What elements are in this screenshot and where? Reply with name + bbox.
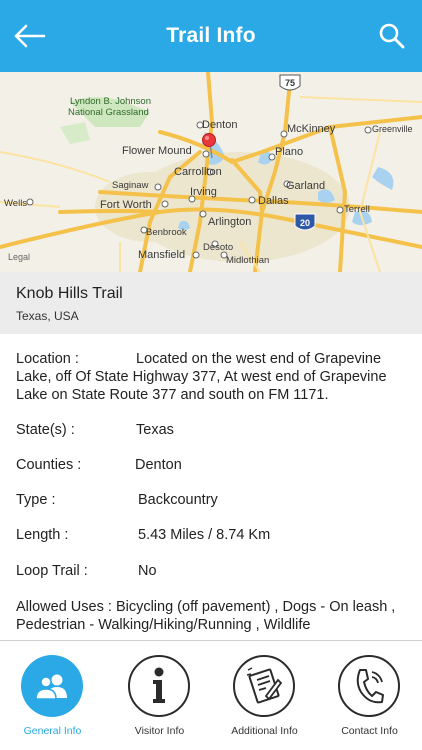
map-label-fort-worth: Fort Worth <box>100 199 152 211</box>
app-header: Trail Info <box>0 0 422 72</box>
map-shield-75: 75 <box>285 78 295 88</box>
tab-visitor-info[interactable]: Visitor Info <box>107 641 212 750</box>
tab-additional-info-label: Additional Info <box>231 725 298 737</box>
map-label-denton: Denton <box>202 119 237 131</box>
map-label-lbj-2: National Grassland <box>68 107 149 118</box>
detail-location-label: Location : <box>16 351 79 367</box>
shield-20-icon: 20 <box>294 213 316 231</box>
tab-contact-info-label: Contact Info <box>341 725 398 737</box>
trail-details: Location : Located on the west end of Gra… <box>0 334 422 640</box>
map-label-carrollton: Carrollton <box>174 166 222 178</box>
users-icon <box>35 674 67 700</box>
tab-contact-info-button[interactable] <box>338 655 400 717</box>
detail-allowed-uses: Allowed Uses : Bicycling (off pavement) … <box>16 598 410 634</box>
trail-summary: Knob Hills Trail Texas, USA <box>0 272 422 334</box>
detail-loop-label: Loop Trail : <box>16 563 88 579</box>
map-label-terrell: Terrell <box>344 204 370 215</box>
shield-75-icon: 75 <box>279 74 301 91</box>
trail-name: Knob Hills Trail <box>16 285 123 302</box>
tab-visitor-info-button[interactable] <box>128 655 190 717</box>
info-icon <box>153 667 165 703</box>
map-label-desoto: Desoto <box>203 242 233 253</box>
trail-location: Texas, USA <box>16 309 79 323</box>
map-label-irving: Irving <box>190 186 217 198</box>
tab-general-info[interactable]: General Info <box>0 641 105 750</box>
detail-state-value: Texas <box>136 422 174 438</box>
search-icon <box>379 23 405 49</box>
detail-length-value: 5.43 Miles / 8.74 Km <box>138 527 271 543</box>
tab-general-info-label: General Info <box>23 725 82 737</box>
detail-location: Location : Located on the west end of Gra… <box>16 350 410 404</box>
map-label-arlington: Arlington <box>208 216 251 228</box>
phone-icon <box>356 669 384 704</box>
tab-general-info-button[interactable] <box>21 655 83 717</box>
trail-map[interactable]: 75 20 Lyndon B. Johnson National Grassla… <box>0 72 422 272</box>
map-canvas[interactable]: 75 20 Lyndon B. Johnson National Grassla… <box>0 72 422 272</box>
map-label-plano: Plano <box>275 146 303 158</box>
map-label-dallas: Dallas <box>258 195 289 207</box>
map-label-saginaw: Saginaw <box>112 180 149 191</box>
map-label-greenville: Greenville <box>372 124 413 134</box>
map-label-lbj-1: Lyndon B. Johnson <box>70 96 151 107</box>
map-label-mckinney: McKinney <box>287 123 336 135</box>
detail-type-value: Backcountry <box>138 492 218 508</box>
tab-additional-info-button[interactable] <box>233 655 295 717</box>
map-label-flower-mound: Flower Mound <box>122 145 192 157</box>
detail-counties-label: Counties : <box>16 457 82 473</box>
map-label-midlothian: Midlothian <box>226 255 269 266</box>
detail-state-label: State(s) : <box>16 422 75 438</box>
detail-loop-value: No <box>138 563 157 579</box>
detail-allowed-label: Allowed Uses : <box>16 599 112 615</box>
map-label-garland: Garland <box>286 180 325 192</box>
map-shield-20: 20 <box>300 218 310 228</box>
detail-counties-value: Denton <box>135 457 182 473</box>
bottom-tab-bar: General Info Visitor Info Additional Inf… <box>0 640 422 750</box>
map-label-mansfield: Mansfield <box>138 249 185 261</box>
map-label-wells: Wells <box>4 198 27 209</box>
search-button[interactable] <box>376 20 408 52</box>
tab-additional-info[interactable]: Additional Info <box>212 641 317 750</box>
detail-length-label: Length : <box>16 527 69 543</box>
page-title: Trail Info <box>166 24 256 47</box>
tab-visitor-info-label: Visitor Info <box>134 725 185 737</box>
map-legal-link[interactable]: Legal <box>8 252 30 262</box>
tab-contact-info[interactable]: Contact Info <box>317 641 422 750</box>
document-edit-icon <box>246 667 283 704</box>
detail-type-label: Type : <box>16 492 56 508</box>
map-label-benbrook: Benbrook <box>146 227 187 238</box>
